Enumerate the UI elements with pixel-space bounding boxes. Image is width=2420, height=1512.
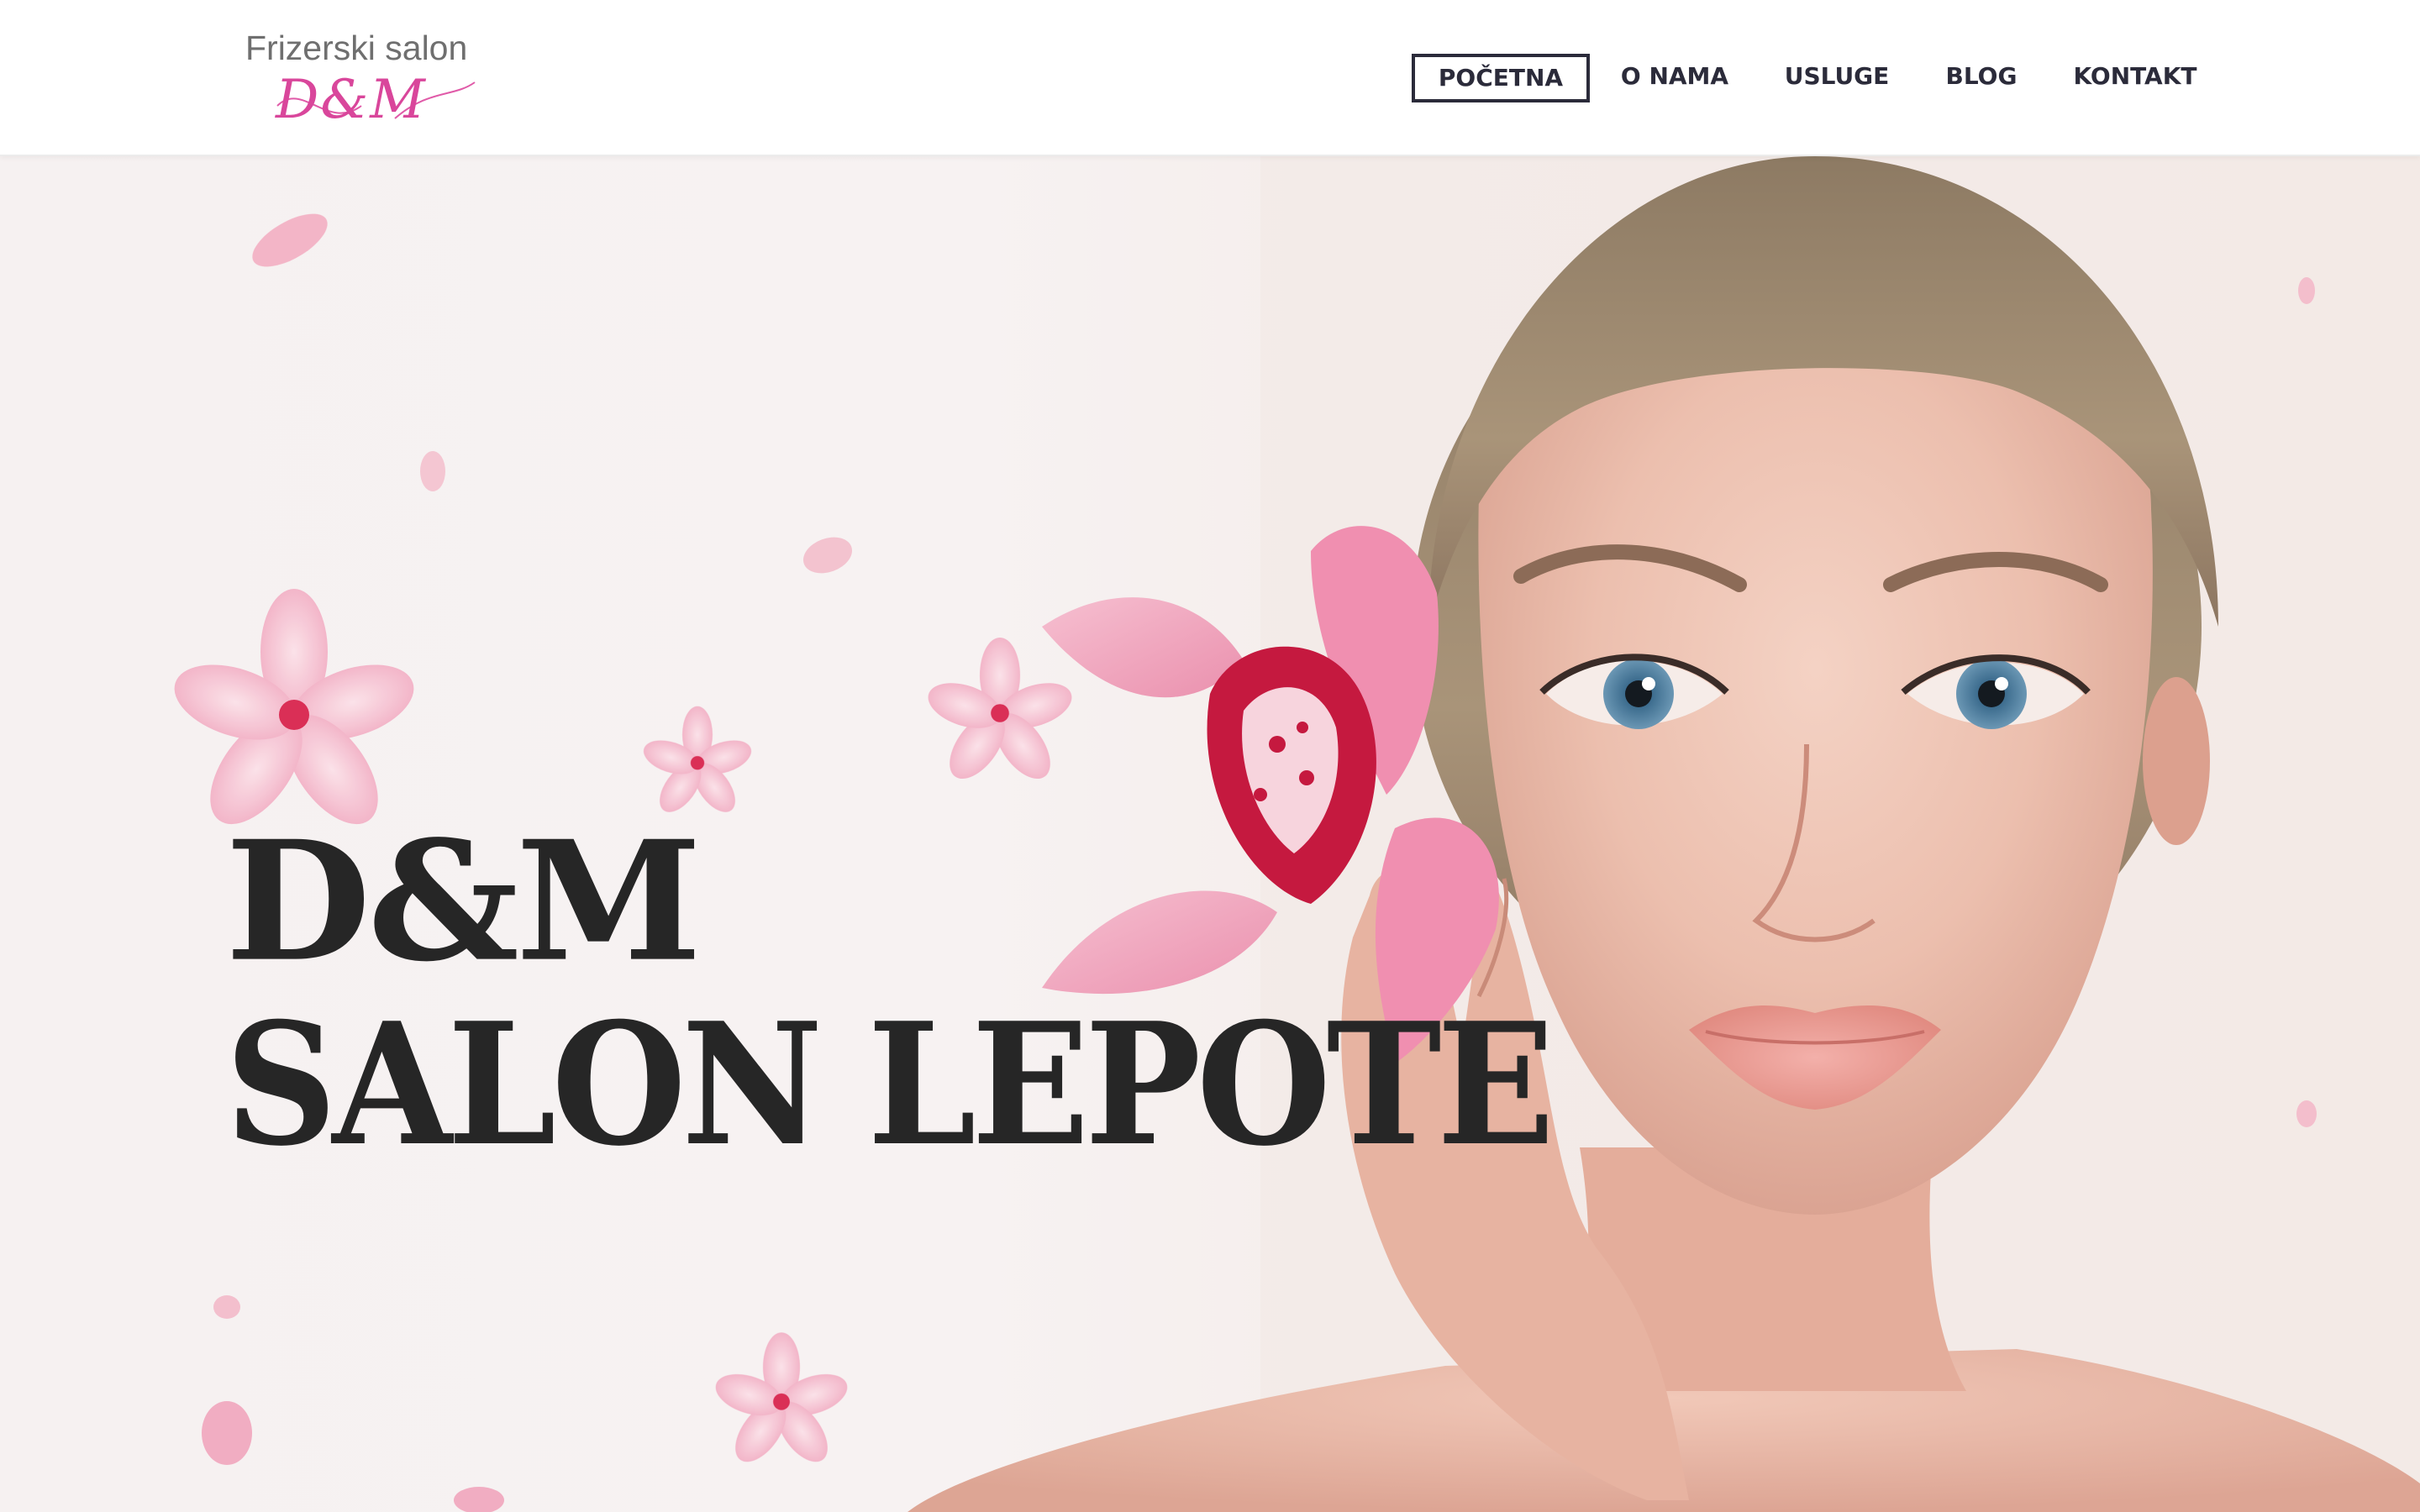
nav-item-o-nama[interactable]: O NAMA bbox=[1613, 54, 1736, 102]
hero-title-line1: D&M bbox=[225, 805, 702, 999]
hero-section: D&M SALON LEPOTE bbox=[0, 156, 2420, 1512]
hero-title-line2: SALON LEPOTE bbox=[225, 986, 1555, 1184]
nav-item-usluge[interactable]: USLUGE bbox=[1781, 54, 1892, 102]
site-header: Frizerski salon D&M POČETNA O NAMA USLUG… bbox=[0, 0, 2420, 156]
main-navigation: POČETNA O NAMA USLUGE BLOG KONTAKT bbox=[0, 54, 2420, 104]
nav-item-blog[interactable]: BLOG bbox=[1939, 54, 2023, 102]
nav-item-pocetna[interactable]: POČETNA bbox=[1412, 54, 1590, 102]
nav-item-kontakt[interactable]: KONTAKT bbox=[2070, 54, 2200, 102]
hero-title: D&M SALON LEPOTE bbox=[225, 820, 1665, 1169]
